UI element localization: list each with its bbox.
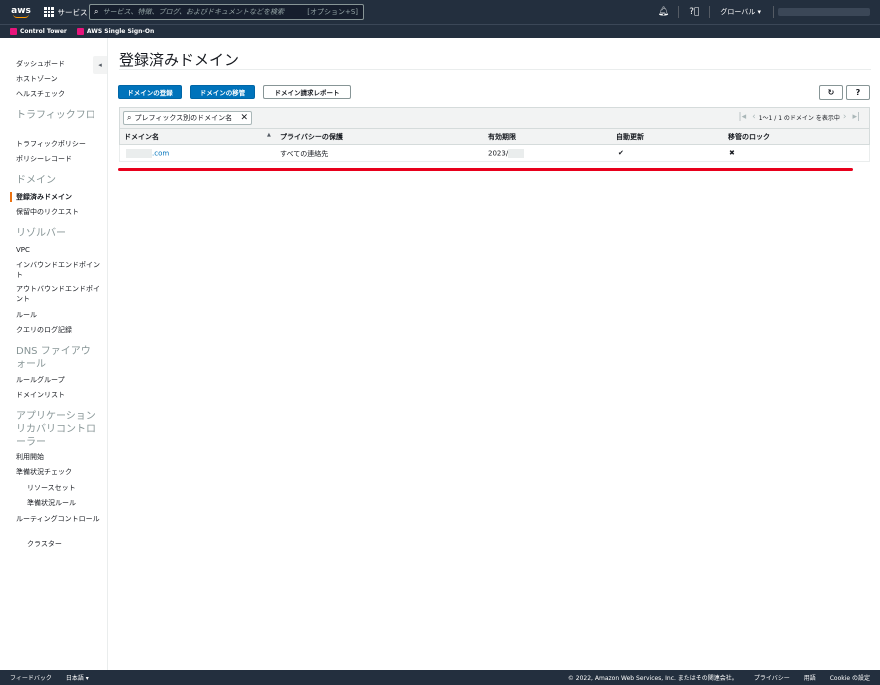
sidebar-item-readiness-check[interactable]: 準備状況チェック [16,467,102,477]
sidebar-item-registered-domains[interactable]: 登録済みドメイン [16,192,102,202]
column-header-transfer-lock[interactable]: 移管のロック [728,132,770,142]
sidebar-item-policy-records[interactable]: ポリシーレコード [16,154,102,164]
aws-logo[interactable]: aws [6,0,36,24]
global-search-input[interactable]: ⌕ サービス、特徴、ブログ、およびドキュメントなどを検索 [オプション+S] [89,4,364,20]
pager-text: 1〜1 / 1 のドメイン を表示中 [758,114,840,122]
favorite-aws-sso[interactable]: AWS Single Sign-On [76,28,155,35]
column-header-auto-renew[interactable]: 自動更新 [616,132,644,142]
check-icon: ✔ [618,149,624,157]
help-button[interactable]: ? [846,85,870,100]
sort-asc-icon[interactable]: ▲ [267,132,271,138]
help-icon[interactable]: ?⃝ [683,7,705,17]
copyright-text: © 2022, Amazon Web Services, Inc. またはその関… [567,675,738,682]
sidebar-item-routing-control[interactable]: ルーティングコントロール [16,514,100,524]
privacy-link[interactable]: プライバシー [754,673,790,682]
red-annotation-line [118,168,853,171]
control-tower-icon [10,28,17,35]
column-header-privacy[interactable]: プライバシーの保護 [280,132,343,142]
favorite-control-tower[interactable]: Control Tower [10,28,67,35]
search-icon: ⌕ [127,113,132,122]
top-nav: aws サービス ⌕ サービス、特徴、ブログ、およびドキュメントなどを検索 [オ… [0,0,880,24]
page-title: 登録済みドメイン [119,51,240,69]
last-page-icon[interactable]: ▸| [852,112,860,122]
language-selector[interactable]: 日本語 ▾ [66,673,89,682]
register-domain-button[interactable]: ドメインの登録 [118,85,182,99]
nav-divider [678,6,680,18]
terms-link[interactable]: 用語 [804,673,816,682]
title-divider [119,69,871,70]
table-row[interactable]: .com すべての連絡先 2023/ ✔ ✖ [119,145,870,162]
sidebar-item-vpc[interactable]: VPC [16,245,102,255]
sidebar-item-getting-started[interactable]: 利用開始 [16,452,102,462]
grid-icon [44,7,54,17]
prev-page-icon[interactable]: ‹ [752,112,756,122]
sidebar-item-readiness-rules[interactable]: 準備状況ルール [27,498,113,508]
sidebar-item-domain-lists[interactable]: ドメインリスト [16,390,102,400]
cross-icon: ✖ [729,149,735,157]
next-page-icon[interactable]: › [843,112,847,122]
domains-table: ⌕ プレフィックス別のドメイン名 ✕ |◂ ‹ 1〜1 / 1 のドメイン を表… [119,107,870,162]
sidebar-item-query-logging[interactable]: クエリのログ記録 [16,325,102,335]
sso-icon [76,28,84,35]
refresh-button[interactable]: ↻ [819,85,843,100]
nav-divider [709,6,711,18]
domain-filter-input[interactable]: ⌕ プレフィックス別のドメイン名 ✕ [123,111,252,125]
favorite-label: Control Tower [20,28,67,35]
expiry-cell: 2023/ [488,149,525,158]
sidebar-section-dns-firewall: DNS ファイアウォール [16,346,91,370]
main-content: 登録済みドメイン ドメインの登録 ドメインの移管 ドメイン請求レポート ↻ ? … [108,38,880,670]
expiry-text: 2023/ [488,149,509,158]
sidebar-item-resource-sets[interactable]: リソースセット [27,483,113,493]
sidebar-item-hosted-zones[interactable]: ホストゾーン [16,74,102,84]
sidebar-item-pending-requests[interactable]: 保留中のリクエスト [16,207,102,217]
privacy-cell: すべての連絡先 [280,150,329,158]
sidebar-item-clusters[interactable]: クラスター [27,539,113,549]
sidebar-item-health-checks[interactable]: ヘルスチェック [16,89,102,99]
footer: フィードバック 日本語 ▾ © 2022, Amazon Web Service… [0,670,880,685]
sidebar-item-rules[interactable]: ルール [16,310,102,320]
services-label: サービス [57,7,88,17]
region-selector[interactable]: グローバル ▾ [720,7,761,17]
column-header-expiry[interactable]: 有効期限 [488,132,516,142]
domain-name-text: .com [152,149,170,158]
sidebar-section-resolver: リゾルバー [16,228,66,239]
services-menu[interactable]: サービス [44,7,88,18]
filter-placeholder: プレフィックス別のドメイン名 [134,114,233,122]
sidebar-item-dashboard[interactable]: ダッシュボード [16,59,102,69]
favorites-bar: Control Tower AWS Single Sign-On [0,24,880,38]
domain-link[interactable]: .com [126,149,169,158]
table-toolbar: ⌕ プレフィックス別のドメイン名 ✕ |◂ ‹ 1〜1 / 1 のドメイン を表… [119,107,870,129]
account-menu[interactable] [778,8,870,16]
sidebar: ◂ ダッシュボード ホストゾーン ヘルスチェック トラフィックフロー トラフィッ… [0,38,108,670]
search-icon: ⌕ [94,7,99,16]
favorite-label: AWS Single Sign-On [86,28,155,35]
column-header-domain[interactable]: ドメイン名 [124,132,159,142]
sidebar-section-traffic-flow: トラフィックフロー [16,110,94,121]
sidebar-item-inbound-endpoints[interactable]: インバウンドエンドポイント [16,260,100,280]
sidebar-section-arc: アプリケーションリカバリコントローラー [16,411,96,448]
pagination: |◂ ‹ 1〜1 / 1 のドメイン を表示中 › ▸| [736,112,863,122]
billing-report-button[interactable]: ドメイン請求レポート [263,85,351,99]
search-shortcut: [オプション+S] [307,8,358,16]
nav-divider [773,6,774,18]
active-indicator [10,192,12,202]
clear-icon[interactable]: ✕ [240,113,248,123]
aws-smile-icon [13,14,29,18]
redacted-date [508,149,525,158]
redacted-domain [126,149,152,158]
bell-icon[interactable]: 🔔︎ [652,7,674,17]
transfer-domain-button[interactable]: ドメインの移管 [190,85,255,99]
search-placeholder: サービス、特徴、ブログ、およびドキュメントなどを検索 [102,8,284,16]
sidebar-section-domains: ドメイン [16,175,56,186]
sidebar-item-outbound-endpoints[interactable]: アウトバウンドエンドポイント [16,284,100,304]
sidebar-item-rule-groups[interactable]: ルールグループ [16,375,102,385]
table-header: ドメイン名 ▲ プライバシーの保護 有効期限 自動更新 移管のロック [119,129,870,145]
feedback-link[interactable]: フィードバック [10,673,52,682]
sidebar-item-traffic-policies[interactable]: トラフィックポリシー [16,139,102,149]
cookie-settings-link[interactable]: Cookie の設定 [830,673,870,682]
help-icon: ? [855,88,861,97]
refresh-icon: ↻ [827,88,835,97]
first-page-icon[interactable]: |◂ [739,112,747,122]
